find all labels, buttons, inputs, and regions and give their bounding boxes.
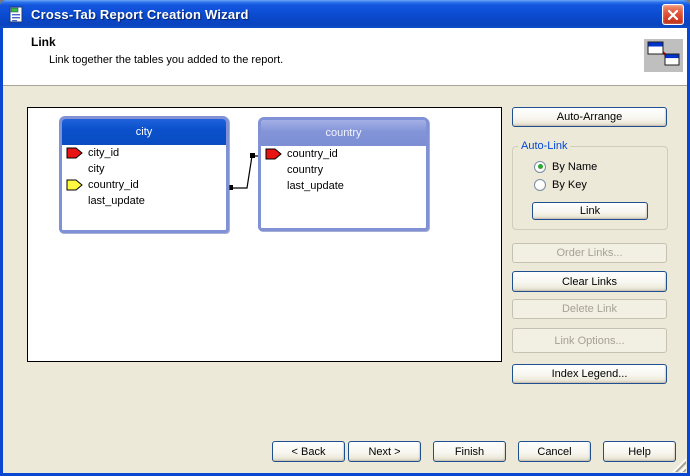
- table-field-row[interactable]: last_update: [62, 193, 226, 209]
- link-button[interactable]: Link: [532, 202, 648, 220]
- radio-selected-dot: [538, 164, 543, 169]
- field-name: last_update: [287, 180, 344, 192]
- field-name: last_update: [88, 195, 145, 207]
- yellow-key-icon: [66, 179, 88, 191]
- field-name: city: [88, 163, 105, 175]
- db-table-country[interactable]: countrycountry_idcountrylast_update: [258, 117, 429, 231]
- help-button[interactable]: Help: [603, 441, 676, 462]
- report-document-icon: [8, 6, 25, 23]
- db-table-city[interactable]: citycity_idcitycountry_idlast_update: [59, 116, 229, 233]
- index-legend-button[interactable]: Index Legend...: [512, 364, 667, 384]
- wizard-window: Cross-Tab Report Creation Wizard Link Li…: [0, 0, 690, 476]
- link-diagram-canvas[interactable]: citycity_idcitycountry_idlast_updatecoun…: [27, 107, 502, 362]
- link-options-button: Link Options...: [512, 328, 667, 353]
- delete-link-button: Delete Link: [512, 299, 667, 319]
- clear-links-button[interactable]: Clear Links: [512, 271, 667, 292]
- linked-tables-icon: [644, 39, 683, 72]
- field-name: country: [287, 164, 323, 176]
- table-field-row[interactable]: city: [62, 161, 226, 177]
- field-name: country_id: [88, 179, 139, 191]
- table-field-row[interactable]: country_id: [261, 146, 426, 162]
- auto-link-label: Auto-Link: [518, 140, 570, 152]
- radio-label: By Key: [552, 179, 587, 191]
- radio-label: By Name: [552, 161, 597, 173]
- finish-button[interactable]: Finish: [433, 441, 506, 462]
- wizard-step-header: Link Link together the tables you added …: [3, 28, 687, 86]
- window-title: Cross-Tab Report Creation Wizard: [31, 7, 690, 22]
- radio-circle-icon: [534, 179, 546, 191]
- back-button[interactable]: < Back: [272, 441, 345, 462]
- close-button[interactable]: [662, 4, 684, 25]
- order-links-button: Order Links...: [512, 243, 667, 263]
- table-field-row[interactable]: country_id: [62, 177, 226, 193]
- cancel-button[interactable]: Cancel: [518, 441, 591, 462]
- radio-by-key[interactable]: By Key: [534, 178, 587, 191]
- table-field-row[interactable]: country: [261, 162, 426, 178]
- db-table-header[interactable]: country: [261, 120, 426, 146]
- red-key-icon: [66, 147, 88, 159]
- titlebar[interactable]: Cross-Tab Report Creation Wizard: [0, 0, 690, 28]
- auto-arrange-button[interactable]: Auto-Arrange: [512, 107, 667, 127]
- db-table-header[interactable]: city: [62, 119, 226, 145]
- next-button[interactable]: Next >: [348, 441, 421, 462]
- table-field-row[interactable]: last_update: [261, 178, 426, 194]
- radio-by-name[interactable]: By Name: [534, 160, 597, 173]
- step-subtitle: Link together the tables you added to th…: [49, 54, 283, 66]
- table-field-row[interactable]: city_id: [62, 145, 226, 161]
- red-key-icon: [265, 148, 287, 160]
- step-title: Link: [31, 35, 56, 49]
- field-name: country_id: [287, 148, 338, 160]
- radio-circle-icon: [534, 161, 546, 173]
- field-name: city_id: [88, 147, 119, 159]
